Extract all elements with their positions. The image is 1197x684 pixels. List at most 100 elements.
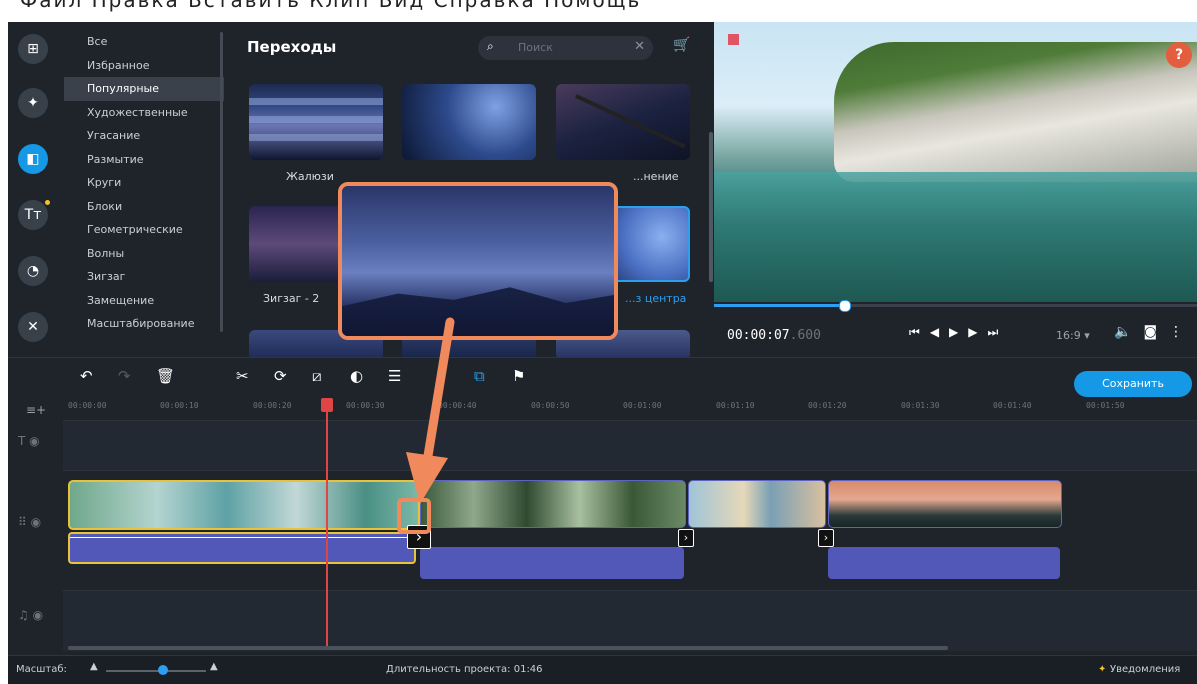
category-item[interactable]: Волны	[64, 242, 224, 266]
category-item[interactable]: Художественные	[64, 101, 224, 125]
audio-clip-1[interactable]	[68, 532, 416, 564]
volume-icon[interactable]: 🔈	[1114, 324, 1143, 340]
notifications-link[interactable]: Уведомления	[1110, 664, 1180, 675]
transition-thumb-2[interactable]	[402, 84, 536, 160]
player-controls: 00:00:07.600 ⏮◀▶▶⏭ 16:9 ▾ 🔈◙⋮	[714, 300, 1197, 357]
zoom-in-icon[interactable]: ▲	[210, 661, 218, 672]
play-icon[interactable]: ▶	[949, 325, 968, 339]
transition-preview-popup	[338, 182, 618, 340]
timeline-ruler[interactable]: ≡+ 00:00:00 00:00:10 00:00:20 00:00:30 0…	[8, 398, 1197, 420]
store-cart-icon[interactable]: 🛒	[673, 37, 690, 53]
timeline-scrollbar[interactable]	[68, 646, 948, 650]
transition-label: ...нение	[633, 170, 679, 183]
timecode: 00:00:07.600	[727, 328, 821, 343]
ruler-tick: 00:01:30	[901, 401, 940, 410]
panel-title: Переходы	[247, 38, 337, 56]
ruler-tick: 00:01:00	[623, 401, 662, 410]
audio-clip-4[interactable]	[828, 547, 1060, 579]
overlay-icon[interactable]: ⧉	[474, 367, 485, 385]
video-clip-2[interactable]	[420, 480, 686, 528]
transitions-icon[interactable]: ◧	[18, 144, 48, 174]
playback-buttons: ⏮◀▶▶⏭	[909, 325, 1008, 340]
help-button[interactable]: ?	[1166, 42, 1192, 68]
skip-end-icon[interactable]: ⏭	[988, 325, 1009, 339]
category-list: Все Избранное Популярные Художественные …	[64, 30, 224, 355]
delete-icon[interactable]: 🗑	[156, 367, 175, 385]
ruler-tick: 00:00:20	[253, 401, 292, 410]
transition-marker-icon[interactable]: ›	[678, 529, 694, 547]
ruler-tick: 00:00:30	[346, 401, 385, 410]
titles-icon[interactable]: Tт	[18, 200, 50, 230]
zoom-out-icon[interactable]: ▲	[90, 661, 98, 672]
video-clip-3[interactable]	[688, 480, 826, 528]
transition-marker-icon[interactable]: ›	[818, 529, 834, 547]
filters-icon[interactable]: ✦	[18, 88, 48, 118]
skip-start-icon[interactable]: ⏮	[909, 325, 930, 339]
project-duration: Длительность проекта: 01:46	[386, 664, 543, 675]
undo-icon[interactable]: ↶	[80, 367, 93, 385]
transition-thumb-blinds[interactable]	[249, 84, 383, 160]
ruler-tick: 00:01:20	[808, 401, 847, 410]
category-item[interactable]: Все	[64, 30, 224, 54]
status-bar: Масштаб: ▲ ▲ Длительность проекта: 01:46…	[8, 655, 1197, 684]
panel-scrollbar[interactable]	[709, 132, 713, 282]
record-indicator-icon	[728, 34, 739, 45]
transition-label: Зигзаг - 2	[263, 292, 320, 305]
title-track-icon: T ◉	[18, 434, 40, 448]
video-track-icon: ⠿ ◉	[18, 515, 42, 529]
video-clip-1-selected[interactable]	[68, 480, 420, 530]
zoom-slider-knob[interactable]	[158, 665, 168, 675]
aspect-ratio-select[interactable]: 16:9 ▾	[1056, 329, 1090, 342]
clear-icon[interactable]: ✕	[634, 39, 645, 54]
transition-thumb-3[interactable]	[556, 84, 690, 160]
import-icon[interactable]: ⊞	[18, 34, 48, 64]
window-title-cut: Файл Правка Вставить Клип Вид Справка По…	[0, 0, 1197, 22]
crop-icon[interactable]: ⧄	[312, 367, 322, 385]
playback-progress[interactable]	[714, 300, 1197, 312]
category-item[interactable]: Масштабирование	[64, 312, 224, 336]
marker-flag-icon[interactable]: ⚑	[512, 367, 525, 385]
category-item[interactable]: Избранное	[64, 54, 224, 78]
category-item[interactable]: Размытие	[64, 148, 224, 172]
ruler-tick: 00:00:40	[438, 401, 477, 410]
category-item[interactable]: Замещение	[64, 289, 224, 313]
save-button[interactable]: Сохранить	[1074, 371, 1192, 397]
category-item[interactable]: Угасание	[64, 124, 224, 148]
search-input[interactable]: ⌕ Поиск ✕	[478, 36, 653, 60]
player-right-buttons: 🔈◙⋮	[1114, 324, 1195, 340]
add-track-icon[interactable]: ≡+	[26, 403, 46, 417]
notification-icon[interactable]: ✦	[1098, 664, 1106, 675]
edit-toolbar: ↶ ↷ 🗑 ✂ ⟳ ⧄ ◐ ☰ ⧉ ⚑ Сохранить	[8, 357, 1197, 398]
video-clip-4[interactable]	[828, 480, 1062, 528]
audio-clip-2[interactable]	[420, 547, 684, 579]
category-item[interactable]: Зигзаг	[64, 265, 224, 289]
search-icon: ⌕	[487, 39, 494, 53]
playhead-handle[interactable]	[321, 398, 333, 412]
search-placeholder: Поиск	[518, 41, 553, 54]
playhead[interactable]	[326, 400, 328, 650]
redo-icon[interactable]: ↷	[118, 367, 131, 385]
category-scrollbar[interactable]	[220, 32, 223, 332]
category-item[interactable]: Блоки	[64, 195, 224, 219]
progress-knob[interactable]	[839, 300, 852, 312]
video-preview[interactable]: ?	[714, 22, 1197, 302]
category-item[interactable]: Геометрические	[64, 218, 224, 242]
music-track[interactable]	[63, 590, 1197, 651]
clip-properties-icon[interactable]: ☰	[388, 367, 401, 385]
category-item[interactable]: Круги	[64, 171, 224, 195]
rotate-icon[interactable]: ⟳	[274, 367, 287, 385]
ruler-tick: 00:01:40	[993, 401, 1032, 410]
stickers-icon[interactable]: ◔	[18, 256, 48, 286]
title-track[interactable]	[63, 420, 1197, 471]
timeline: T ◉ ⠿ ◉ ♫ ◉ › › ›	[8, 420, 1197, 655]
step-forward-icon[interactable]: ▶	[968, 325, 987, 339]
snapshot-icon[interactable]: ◙	[1143, 324, 1169, 340]
more-icon[interactable]: ⋮	[1169, 324, 1195, 340]
zoom-slider[interactable]	[106, 670, 206, 672]
color-adjust-icon[interactable]: ◐	[350, 367, 363, 385]
more-tools-icon[interactable]: ✕	[18, 312, 48, 342]
music-track-icon: ♫ ◉	[18, 608, 44, 622]
cut-icon[interactable]: ✂	[236, 367, 249, 385]
step-back-icon[interactable]: ◀	[930, 325, 949, 339]
category-item[interactable]: Популярные	[64, 77, 224, 101]
